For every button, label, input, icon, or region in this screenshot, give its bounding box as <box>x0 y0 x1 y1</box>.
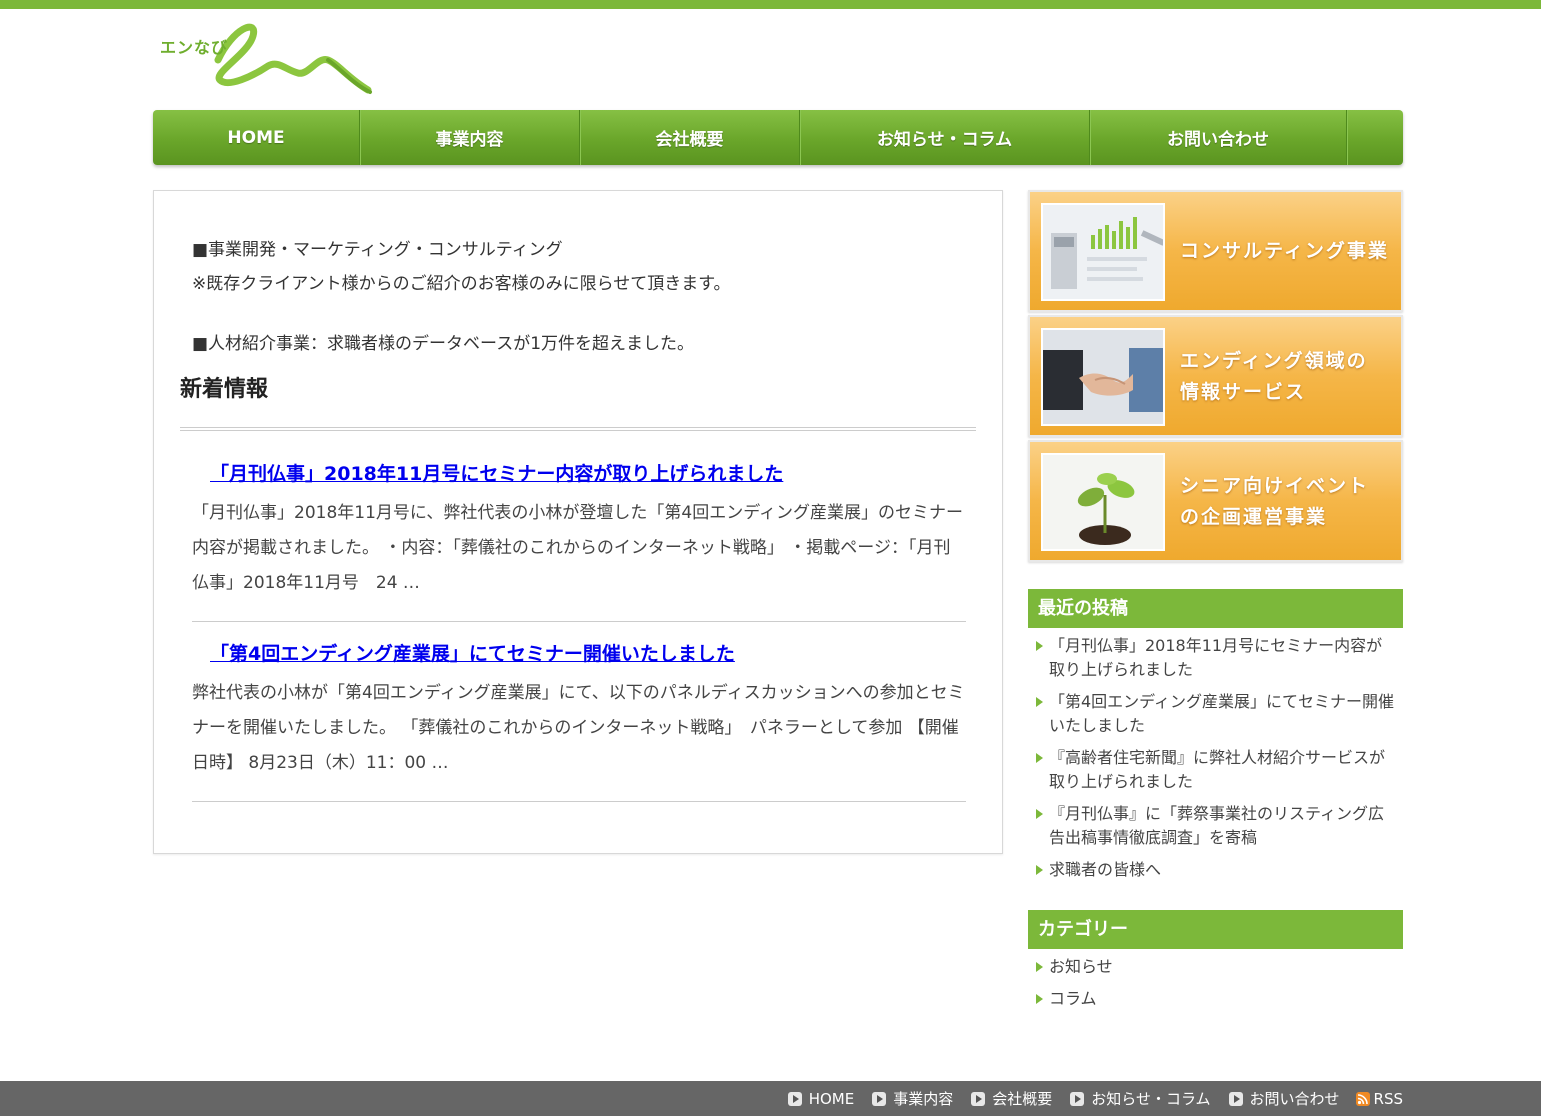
post-title-link[interactable]: 「第4回エンディング産業展」にてセミナー開催いたしました <box>210 639 966 666</box>
recent-post-link[interactable]: 『月刊仏事』に「葬祭事業社のリスティング広告出稿事情徹底調査」を寄稿 <box>1036 802 1396 850</box>
nav-item-news[interactable]: お知らせ・コラム <box>800 110 1090 165</box>
banner-chart-image <box>1041 203 1165 301</box>
nav-item-contact[interactable]: お問い合わせ <box>1090 110 1347 165</box>
post-divider <box>192 801 966 802</box>
top-accent-bar <box>0 0 1541 9</box>
post-excerpt: 「月刊仏事」2018年11月号に、弊社代表の小林が登壇した「第4回エンディング産… <box>192 503 964 593</box>
intro-text: ■事業開発・マーケティング・コンサルティング ※既存クライアント様からのご紹介の… <box>192 233 731 361</box>
footer-link-business[interactable]: 事業内容 <box>872 1088 953 1109</box>
category-heading: カテゴリー <box>1028 910 1403 949</box>
play-arrow-icon <box>1228 1091 1243 1106</box>
banner-ending-info-label: エンディング領域の 情報サービス <box>1180 350 1368 403</box>
intro-line-consulting: ■事業開発・マーケティング・コンサルティング <box>192 240 563 260</box>
footer-link-news[interactable]: お知らせ・コラム <box>1070 1088 1211 1109</box>
post-divider <box>192 621 966 622</box>
play-arrow-icon <box>1070 1091 1085 1106</box>
nav-item-company[interactable]: 会社概要 <box>580 110 800 165</box>
main-nav: HOME 事業内容 会社概要 お知らせ・コラム お問い合わせ <box>153 110 1403 165</box>
banner-plant-image <box>1041 453 1165 551</box>
banner-consulting[interactable]: コンサルティング事業 <box>1028 190 1403 312</box>
post-item: 「第4回エンディング産業展」にてセミナー開催いたしました 弊社代表の小林が「第4… <box>192 639 966 781</box>
recent-post-link[interactable]: 『高齢者住宅新聞』に弊社人材紹介サービスが取り上げられました <box>1036 746 1396 794</box>
nav-item-business[interactable]: 事業内容 <box>360 110 580 165</box>
banner-senior-event-label: シニア向けイベント の企画運営事業 <box>1180 475 1370 528</box>
category-list: お知らせ コラム <box>1028 949 1403 1011</box>
recent-post-link[interactable]: 「月刊仏事」2018年11月号にセミナー内容が取り上げられました <box>1036 634 1396 682</box>
banner-consulting-label: コンサルティング事業 <box>1180 240 1389 262</box>
logo-text: エンなび <box>160 38 229 57</box>
play-arrow-icon <box>971 1091 986 1106</box>
banner-ending-info[interactable]: エンディング領域の 情報サービス <box>1028 315 1403 437</box>
banner-senior-event[interactable]: シニア向けイベント の企画運営事業 <box>1028 440 1403 562</box>
post-title-link[interactable]: 「月刊仏事」2018年11月号にセミナー内容が取り上げられました <box>210 459 966 486</box>
play-arrow-icon <box>787 1091 802 1106</box>
banner-handshake-image <box>1041 328 1165 426</box>
recent-post-link[interactable]: 求職者の皆様へ <box>1036 858 1396 882</box>
news-heading: 新着情報 <box>180 377 269 402</box>
footer-link-contact[interactable]: お問い合わせ <box>1228 1088 1340 1109</box>
recent-post-link[interactable]: 「第4回エンディング産業展」にてセミナー開催いたしました <box>1036 690 1396 738</box>
play-arrow-icon <box>872 1091 887 1106</box>
footer: HOME 事業内容 会社概要 お知らせ・コラム お問い合わせ RSS <box>0 1081 1541 1116</box>
recent-posts-list: 「月刊仏事」2018年11月号にセミナー内容が取り上げられました 「第4回エンデ… <box>1028 628 1403 882</box>
rss-icon <box>1355 1091 1370 1106</box>
recent-posts-heading: 最近の投稿 <box>1028 589 1403 628</box>
news-heading-divider <box>180 427 976 431</box>
intro-line-note: ※既存クライアント様からのご紹介のお客様のみに限らせて頂きます。 <box>192 274 731 294</box>
category-link[interactable]: お知らせ <box>1036 955 1396 979</box>
nav-item-home[interactable]: HOME <box>153 110 360 165</box>
category-link[interactable]: コラム <box>1036 987 1396 1011</box>
footer-link-company[interactable]: 会社概要 <box>971 1088 1052 1109</box>
footer-nav: HOME 事業内容 会社概要 お知らせ・コラム お問い合わせ RSS <box>770 1081 1403 1116</box>
site-logo[interactable]: エンなび <box>158 18 373 98</box>
footer-link-rss[interactable]: RSS <box>1355 1090 1403 1108</box>
post-item: 「月刊仏事」2018年11月号にセミナー内容が取り上げられました 「月刊仏事」2… <box>192 459 966 601</box>
logo-ribbon-icon <box>214 23 372 94</box>
main-content: ■事業開発・マーケティング・コンサルティング ※既存クライアント様からのご紹介の… <box>153 190 1003 854</box>
intro-line-recruit: ■人材紹介事業：求職者様のデータベースが1万件を超えました。 <box>192 334 695 354</box>
sidebar: コンサルティング事業 エンディング領域の 情報サービス シニア向けイベント の企… <box>1028 190 1403 1019</box>
footer-link-home[interactable]: HOME <box>787 1090 854 1108</box>
post-excerpt: 弊社代表の小林が「第4回エンディング産業展」にて、以下のパネルディスカッションへ… <box>192 683 965 773</box>
